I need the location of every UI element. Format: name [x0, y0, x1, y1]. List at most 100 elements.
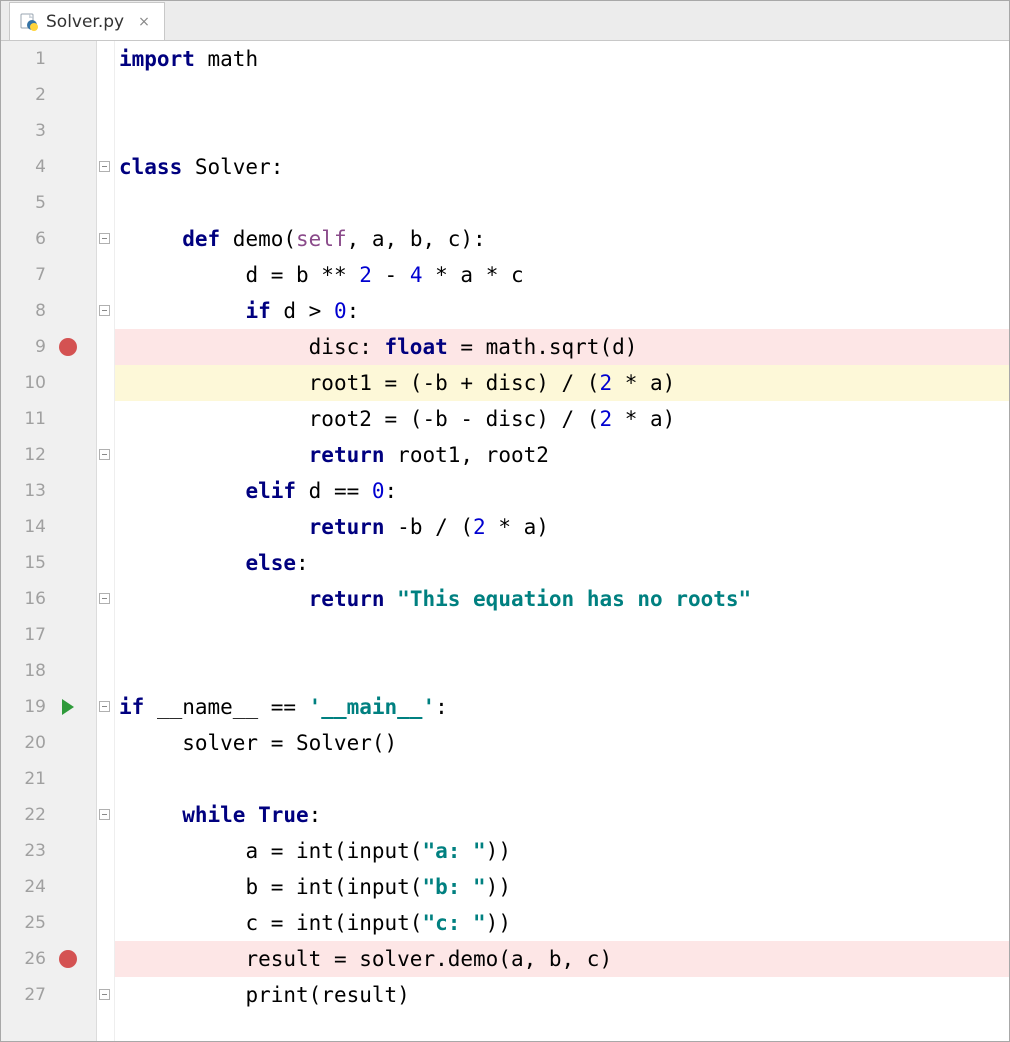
gutter-line[interactable]: 27: [1, 977, 96, 1013]
fold-toggle-icon[interactable]: [99, 593, 110, 604]
fold-toggle-icon[interactable]: [99, 809, 110, 820]
fold-slot: [97, 869, 114, 905]
indent: [119, 581, 309, 617]
fold-slot: [97, 149, 114, 185]
gutter-line[interactable]: 26: [1, 941, 96, 977]
gutter-line[interactable]: 17: [1, 617, 96, 653]
code-line[interactable]: [115, 761, 1009, 797]
code-line[interactable]: [115, 653, 1009, 689]
close-tab-icon[interactable]: ×: [138, 14, 150, 30]
code-line[interactable]: d = b ** 2 - 4 * a * c: [115, 257, 1009, 293]
code-line[interactable]: return root1, root2: [115, 437, 1009, 473]
gutter-line[interactable]: 19: [1, 689, 96, 725]
code-line[interactable]: root2 = (-b - disc) / (2 * a): [115, 401, 1009, 437]
code-line[interactable]: print(result): [115, 977, 1009, 1013]
code-editor[interactable]: 1234567891011121314151617181920212223242…: [1, 41, 1009, 1041]
line-number: 4: [10, 157, 46, 177]
code-line[interactable]: b = int(input("b: ")): [115, 869, 1009, 905]
gutter-line[interactable]: 10: [1, 365, 96, 401]
fold-rail[interactable]: [97, 41, 115, 1041]
fold-toggle-icon[interactable]: [99, 989, 110, 1000]
code-line[interactable]: if __name__ == '__main__':: [115, 689, 1009, 725]
fold-toggle-icon[interactable]: [99, 305, 110, 316]
code-token: * a): [612, 365, 675, 401]
gutter-line[interactable]: 15: [1, 545, 96, 581]
code-line[interactable]: return -b / (2 * a): [115, 509, 1009, 545]
gutter-line[interactable]: 21: [1, 761, 96, 797]
code-line[interactable]: import math: [115, 41, 1009, 77]
code-token: -: [372, 257, 410, 293]
code-line[interactable]: root1 = (-b + disc) / (2 * a): [115, 365, 1009, 401]
line-number: 19: [10, 697, 46, 717]
gutter-line[interactable]: 20: [1, 725, 96, 761]
code-line[interactable]: else:: [115, 545, 1009, 581]
code-line[interactable]: result = solver.demo(a, b, c): [115, 941, 1009, 977]
gutter-line[interactable]: 12: [1, 437, 96, 473]
gutter-marker-slot[interactable]: [46, 699, 90, 715]
gutter-marker-slot[interactable]: [46, 338, 90, 356]
fold-slot: [97, 257, 114, 293]
code-token: 0: [334, 293, 347, 329]
gutter-line[interactable]: 11: [1, 401, 96, 437]
code-line[interactable]: c = int(input("c: ")): [115, 905, 1009, 941]
fold-slot: [97, 797, 114, 833]
code-line[interactable]: class Solver:: [115, 149, 1009, 185]
fold-toggle-icon[interactable]: [99, 449, 110, 460]
line-number: 20: [10, 733, 46, 753]
gutter-line[interactable]: 3: [1, 113, 96, 149]
code-token: return: [309, 437, 398, 473]
code-token: result = solver.demo(a, b, c): [245, 941, 612, 977]
run-icon[interactable]: [62, 699, 74, 715]
indent: [119, 473, 245, 509]
gutter-line[interactable]: 23: [1, 833, 96, 869]
fold-toggle-icon[interactable]: [99, 161, 110, 172]
gutter[interactable]: 1234567891011121314151617181920212223242…: [1, 41, 97, 1041]
gutter-line[interactable]: 1: [1, 41, 96, 77]
fold-toggle-icon[interactable]: [99, 701, 110, 712]
code-line[interactable]: solver = Solver(): [115, 725, 1009, 761]
gutter-line[interactable]: 5: [1, 185, 96, 221]
line-number: 16: [10, 589, 46, 609]
code-line[interactable]: elif d == 0:: [115, 473, 1009, 509]
gutter-line[interactable]: 24: [1, 869, 96, 905]
gutter-line[interactable]: 16: [1, 581, 96, 617]
line-number: 25: [10, 913, 46, 933]
gutter-line[interactable]: 2: [1, 77, 96, 113]
code-line[interactable]: disc: float = math.sqrt(d): [115, 329, 1009, 365]
line-number: 26: [10, 949, 46, 969]
code-token: * a): [486, 509, 549, 545]
gutter-line[interactable]: 8: [1, 293, 96, 329]
code-token: float: [385, 329, 448, 365]
fold-toggle-icon[interactable]: [99, 233, 110, 244]
code-area[interactable]: import math class Solver: def demo(self, …: [115, 41, 1009, 1041]
gutter-line[interactable]: 14: [1, 509, 96, 545]
gutter-line[interactable]: 22: [1, 797, 96, 833]
code-line[interactable]: [115, 185, 1009, 221]
gutter-line[interactable]: 4: [1, 149, 96, 185]
code-line[interactable]: return "This equation has no roots": [115, 581, 1009, 617]
code-line[interactable]: a = int(input("a: ")): [115, 833, 1009, 869]
code-token: )): [486, 905, 511, 941]
editor-tab[interactable]: Solver.py ×: [9, 2, 165, 40]
gutter-line[interactable]: 25: [1, 905, 96, 941]
fold-slot: [97, 41, 114, 77]
line-number: 18: [10, 661, 46, 681]
code-line[interactable]: [115, 77, 1009, 113]
gutter-marker-slot[interactable]: [46, 950, 90, 968]
code-line[interactable]: while True:: [115, 797, 1009, 833]
gutter-line[interactable]: 18: [1, 653, 96, 689]
gutter-line[interactable]: 13: [1, 473, 96, 509]
breakpoint-icon[interactable]: [59, 950, 77, 968]
gutter-line[interactable]: 6: [1, 221, 96, 257]
fold-slot: [97, 977, 114, 1013]
fold-slot: [97, 293, 114, 329]
code-token: :: [309, 797, 322, 833]
gutter-line[interactable]: 9: [1, 329, 96, 365]
gutter-line[interactable]: 7: [1, 257, 96, 293]
code-token: class: [119, 149, 195, 185]
code-line[interactable]: [115, 113, 1009, 149]
code-line[interactable]: def demo(self, a, b, c):: [115, 221, 1009, 257]
breakpoint-icon[interactable]: [59, 338, 77, 356]
code-line[interactable]: if d > 0:: [115, 293, 1009, 329]
code-line[interactable]: [115, 617, 1009, 653]
